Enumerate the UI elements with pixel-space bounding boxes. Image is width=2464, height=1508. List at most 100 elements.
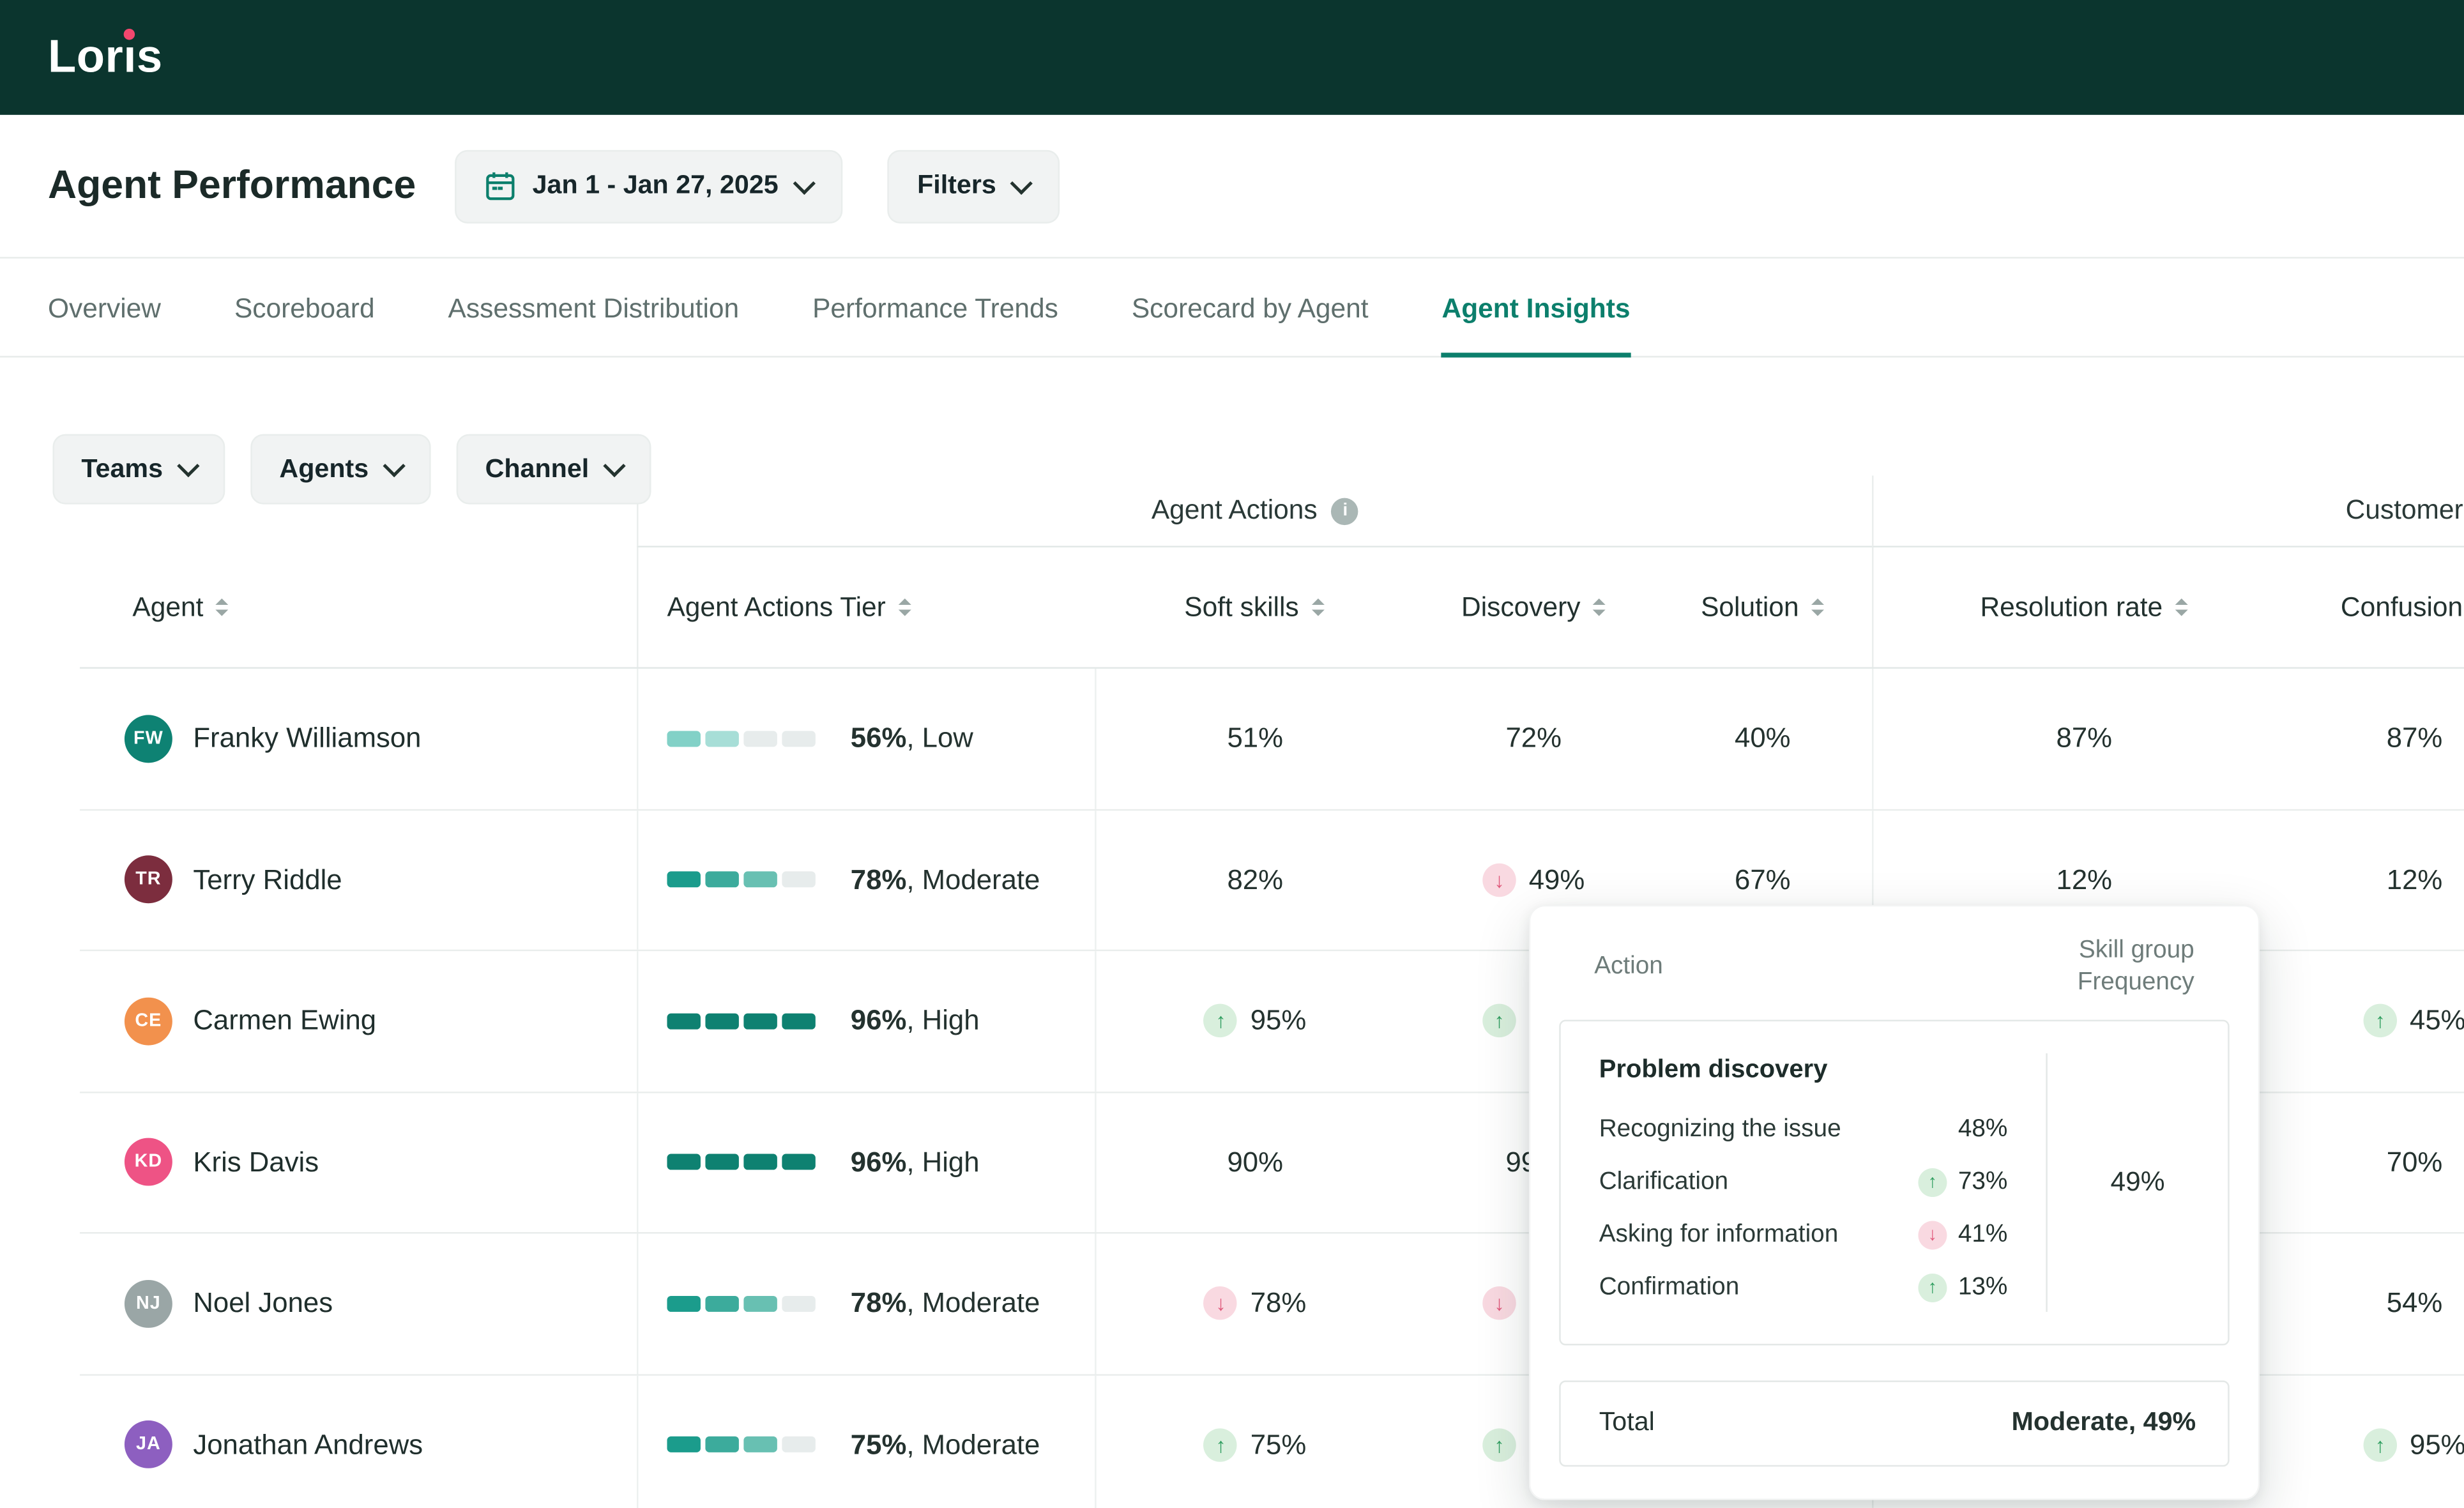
- column-label: Agent Actions Tier: [667, 591, 885, 623]
- info-icon[interactable]: [1332, 497, 1358, 524]
- skill-group-tooltip: Action Skill group Frequency Problem dis…: [1529, 905, 2260, 1500]
- avatar: CE: [125, 997, 172, 1045]
- tier-bar: [667, 731, 815, 747]
- column-label: Resolution rate: [1980, 591, 2163, 623]
- confusion-value: 70%: [2387, 1145, 2443, 1178]
- soft-skills-value: 90%: [1227, 1145, 1283, 1178]
- channel-filter-button[interactable]: Channel: [457, 434, 651, 505]
- tier-label: 96%, High: [851, 1145, 980, 1178]
- tooltip-action-header: Action: [1594, 954, 1663, 982]
- agent-name: Franky Williamson: [193, 722, 421, 755]
- column-label: Discovery: [1461, 591, 1580, 623]
- tier-label: 78%, Moderate: [851, 1287, 1040, 1320]
- trend-icon: [1918, 1274, 1947, 1303]
- app-viewport: Lorıs Agent Performance Jan 1 - Jan 27, …: [0, 0, 2464, 1508]
- agent-name: Carmen Ewing: [193, 1004, 376, 1037]
- trend-icon: [2364, 1428, 2397, 1461]
- tooltip-header: Action Skill group Frequency: [1594, 935, 2194, 1000]
- table-row[interactable]: FW Franky Williamson 56%, Low 51% 72% 40…: [80, 669, 2464, 810]
- total-value: Moderate, 49%: [2011, 1408, 2196, 1438]
- tier-bar: [667, 1154, 815, 1170]
- column-header-discovery[interactable]: Discovery: [1414, 547, 1654, 667]
- tier-label: 96%, High: [851, 1004, 980, 1037]
- confusion-value: 45%: [2410, 1004, 2464, 1037]
- tooltip-total-row: Total Moderate, 49%: [1559, 1380, 2229, 1466]
- tier-label: 75%, Moderate: [851, 1428, 1040, 1461]
- trend-icon: [1204, 1287, 1237, 1320]
- sort-icon[interactable]: [216, 599, 229, 616]
- teams-filter-button[interactable]: Teams: [52, 434, 225, 505]
- skill-item: Clarification 73%: [1599, 1157, 2008, 1209]
- trend-icon: [1482, 863, 1516, 896]
- skill-group-frequency: 49%: [2048, 1050, 2228, 1315]
- agent-name: Terry Riddle: [193, 863, 342, 896]
- tab-bar: Overview Scoreboard Assessment Distribut…: [0, 259, 2464, 358]
- loris-logo: Lorıs: [48, 31, 163, 84]
- resolution-rate-value: 87%: [2057, 722, 2113, 755]
- column-header-solution[interactable]: Solution: [1654, 547, 1872, 667]
- column-header-agent-actions-tier[interactable]: Agent Actions Tier: [637, 547, 1095, 667]
- tier-bar: [667, 1436, 815, 1452]
- column-label: Agent: [132, 591, 203, 623]
- confusion-value: 12%: [2387, 863, 2443, 896]
- tab-scoreboard[interactable]: Scoreboard: [234, 294, 375, 356]
- tooltip-frequency-header: Skill group Frequency: [2078, 935, 2194, 1000]
- date-range-label: Jan 1 - Jan 27, 2025: [533, 171, 779, 201]
- teams-filter-label: Teams: [81, 454, 163, 484]
- tab-scorecard-by-agent[interactable]: Scorecard by Agent: [1132, 294, 1369, 356]
- avatar: FW: [125, 715, 172, 763]
- agents-filter-button[interactable]: Agents: [250, 434, 430, 505]
- skill-list: Problem discovery Recognizing the issue …: [1561, 1050, 2046, 1315]
- skill-group-title: Problem discovery: [1599, 1050, 2008, 1092]
- skill-item: Confirmation 13%: [1599, 1262, 2008, 1314]
- tab-overview[interactable]: Overview: [48, 294, 161, 356]
- agent-actions-group-label: Agent Actions: [1152, 495, 1318, 527]
- app-window: Lorıs Agent Performance Jan 1 - Jan 27, …: [0, 0, 2464, 1508]
- agent-name: Noel Jones: [193, 1287, 333, 1320]
- sort-icon[interactable]: [1593, 599, 1606, 616]
- avatar: NJ: [125, 1279, 172, 1327]
- tab-performance-trends[interactable]: Performance Trends: [812, 294, 1058, 356]
- avatar: KD: [125, 1138, 172, 1186]
- soft-skills-value: 95%: [1251, 1004, 1307, 1037]
- trend-icon: [1204, 1004, 1237, 1037]
- tab-assessment-distribution[interactable]: Assessment Distribution: [448, 294, 740, 356]
- sort-icon[interactable]: [899, 599, 911, 616]
- column-header-soft-skills[interactable]: Soft skills: [1095, 547, 1414, 667]
- chevron-down-icon: [1010, 171, 1033, 194]
- tier-label: 56%, Low: [851, 722, 973, 755]
- soft-skills-value: 51%: [1227, 722, 1283, 755]
- soft-skills-value: 78%: [1251, 1287, 1307, 1320]
- group-header-agent-actions: Agent Actions: [637, 476, 1872, 547]
- discovery-value: 49%: [1529, 863, 1585, 896]
- column-header-row: Agent Agent Actions Tier Soft skills Dis…: [80, 547, 2464, 669]
- sort-icon[interactable]: [1312, 599, 1325, 616]
- column-header-agent[interactable]: Agent: [80, 547, 637, 667]
- trend-icon: [1918, 1222, 1947, 1251]
- column-header-resolution-rate[interactable]: Resolution rate: [1872, 547, 2295, 667]
- confusion-value: 54%: [2387, 1287, 2443, 1320]
- confusion-value: 87%: [2387, 722, 2443, 755]
- chevron-down-icon: [604, 455, 626, 477]
- solution-value: 40%: [1735, 722, 1791, 755]
- page-title: Agent Performance: [48, 163, 416, 209]
- date-range-picker[interactable]: Jan 1 - Jan 27, 2025: [454, 149, 842, 223]
- column-header-confusion[interactable]: Confusion: [2295, 547, 2464, 667]
- tab-agent-insights[interactable]: Agent Insights: [1442, 294, 1631, 358]
- agent-name: Jonathan Andrews: [193, 1428, 423, 1461]
- trend-icon: [1482, 1287, 1516, 1320]
- avatar: JA: [125, 1420, 172, 1468]
- sort-icon[interactable]: [1812, 599, 1825, 616]
- table-filters: Teams Agents Channel: [52, 434, 651, 505]
- channel-filter-label: Channel: [485, 454, 589, 484]
- discovery-value: 72%: [1505, 722, 1562, 755]
- total-label: Total: [1599, 1408, 1655, 1438]
- skill-item: Recognizing the issue 48%: [1599, 1104, 2008, 1157]
- calendar-icon: [485, 171, 515, 201]
- tier-bar: [667, 1013, 815, 1029]
- tier-label: 78%, Moderate: [851, 863, 1040, 896]
- confusion-value: 95%: [2410, 1428, 2464, 1461]
- filters-button[interactable]: Filters: [887, 149, 1060, 223]
- sort-icon[interactable]: [2175, 599, 2188, 616]
- trend-icon: [1204, 1428, 1237, 1461]
